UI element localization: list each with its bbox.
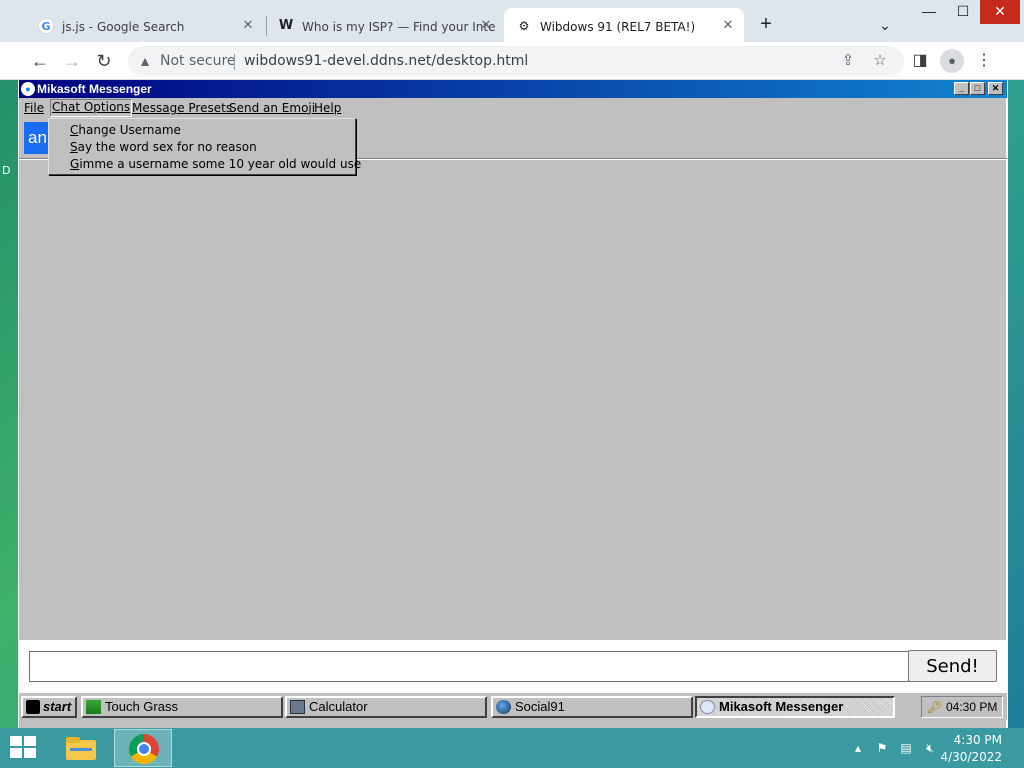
window-close-button[interactable]: ✕ (980, 0, 1020, 24)
task-label: Touch Grass (105, 699, 178, 714)
windows-taskbar: ▴ ⚑ ▤ 🔇︎ 4:30 PM 4/30/2022 (0, 728, 1024, 768)
menu-item-label: imme a username some 10 year old would u… (79, 157, 362, 171)
menu-help[interactable]: Help (314, 100, 341, 118)
tray-clock: 04:30 PM (946, 700, 998, 714)
back-arrow-icon[interactable]: ← (28, 49, 52, 73)
menu-item-label: hange Username (78, 123, 181, 137)
menu-item-label: ay the word sex for no reason (77, 140, 257, 154)
task-mikasoft-messenger[interactable]: Mikasoft Messenger (695, 696, 895, 718)
share-icon[interactable]: ⇪ (838, 51, 858, 71)
volume-muted-icon[interactable]: 🔇︎ (922, 740, 938, 756)
task-label: Mikasoft Messenger (719, 699, 844, 714)
accelerator-key: S (70, 140, 78, 154)
menu-chat-options[interactable]: Chat Options (50, 99, 133, 117)
chat-options-dropdown: Change Username Say the word sex for no … (48, 118, 361, 175)
message-input[interactable] (29, 651, 909, 682)
more-menu-icon[interactable]: ⋮ (972, 49, 996, 73)
window-maximize-button[interactable]: ☐ (946, 0, 980, 24)
google-icon: G (38, 18, 54, 34)
task-label: Calculator (309, 699, 368, 714)
close-icon[interactable]: ✕ (240, 18, 256, 34)
browser-window: G js.js - Google Search ✕ W Who is my IS… (0, 0, 1024, 728)
tab-strip: G js.js - Google Search ✕ W Who is my IS… (0, 0, 1024, 46)
omnibox-divider (234, 54, 235, 70)
reload-icon[interactable]: ↻ (92, 49, 116, 73)
not-secure-label[interactable]: Not secure (160, 53, 236, 69)
tab-title: Who is my ISP? — Find your Inte (302, 20, 496, 34)
messenger-icon (700, 700, 715, 714)
messenger-titlebar[interactable]: ● Mikasoft Messenger _ □ ✕ (19, 80, 1007, 98)
url-text[interactable]: wibdows91-devel.ddns.net/desktop.html (244, 53, 528, 69)
network-icon[interactable]: ▤ (898, 740, 914, 756)
close-icon[interactable]: ✕ (478, 18, 494, 34)
key-icon: 🔑︎ (927, 700, 943, 714)
forward-arrow-icon[interactable]: → (60, 49, 84, 73)
message-composer: Send! (19, 640, 1007, 692)
tab-google-search[interactable]: G js.js - Google Search ✕ (26, 8, 264, 46)
action-center-icon[interactable]: ⚑ (874, 740, 890, 756)
wibdows-taskbar: start Touch Grass Calculator Social91 Mi… (19, 692, 1007, 720)
warning-icon[interactable]: ▲ (136, 52, 154, 70)
tab-title: Wibdows 91 (REL7 BETA!) (540, 20, 696, 34)
tab-title: js.js - Google Search (62, 20, 185, 34)
menu-send-an-emoji[interactable]: Send an Emoji (229, 100, 315, 118)
tab-who-is-my-isp[interactable]: W Who is my ISP? — Find your Inte ✕ (266, 8, 502, 46)
messenger-icon: ● (21, 82, 35, 96)
task-social91[interactable]: Social91 (491, 696, 693, 718)
start-label: start (43, 699, 72, 714)
star-icon[interactable]: ☆ (870, 51, 890, 71)
file-explorer-icon[interactable] (62, 732, 100, 764)
browser-toolbar: ← → ↻ ▲ Not secure wibdows91-devel.ddns.… (0, 42, 1024, 80)
profile-icon[interactable]: ● (940, 49, 964, 73)
chrome-taskbar-button[interactable] (114, 729, 172, 767)
page-viewport: ● Mikasoft Messenger _ □ ✕ File Chat Opt… (18, 80, 1008, 728)
task-touch-grass[interactable]: Touch Grass (81, 696, 283, 718)
menu-item-say-the-word[interactable]: Say the word sex for no reason (70, 139, 257, 156)
new-tab-button[interactable]: + (755, 14, 777, 36)
tab-wibdows-91[interactable]: ⚙ Wibdows 91 (REL7 BETA!) ✕ (504, 8, 744, 46)
address-bar[interactable]: ▲ Not secure wibdows91-devel.ddns.net/de… (128, 46, 904, 76)
wibdows-tray: 🔑︎ 04:30 PM (921, 696, 1003, 718)
system-clock-date[interactable]: 4/30/2022 (940, 750, 1002, 764)
minimize-button[interactable]: _ (954, 82, 969, 95)
side-panel-icon[interactable]: ◨ (908, 49, 932, 73)
close-icon[interactable]: ✕ (720, 18, 736, 34)
tab-search-icon[interactable]: ⌄ (874, 14, 896, 36)
task-calculator[interactable]: Calculator (285, 696, 487, 718)
close-button[interactable]: ✕ (988, 82, 1003, 95)
maximize-button[interactable]: □ (970, 82, 985, 95)
windows-logo-icon (10, 736, 22, 746)
menu-item-gimme-username[interactable]: Gimme a username some 10 year old would … (70, 156, 361, 173)
send-button[interactable]: Send! (908, 650, 997, 682)
menu-message-presets[interactable]: Message Presets (132, 100, 232, 118)
messenger-menubar: File Chat Options Message Presets Send a… (19, 98, 1007, 118)
wibdows-logo-icon (26, 700, 40, 714)
menu-item-change-username[interactable]: Change Username (70, 122, 181, 139)
window-minimize-button[interactable]: — (912, 0, 946, 24)
grass-icon (86, 700, 101, 714)
system-clock-time[interactable]: 4:30 PM (954, 733, 1002, 747)
calculator-icon (290, 700, 305, 714)
task-label: Social91 (515, 699, 565, 714)
w-icon: W (278, 18, 294, 33)
globe-icon (496, 700, 511, 714)
windows-start-button[interactable] (10, 736, 38, 760)
chrome-icon (129, 734, 159, 764)
wibdows-icon: ⚙ (518, 19, 530, 33)
messenger-title: Mikasoft Messenger (37, 82, 152, 96)
wibdows-start-button[interactable]: start (21, 696, 77, 718)
accelerator-key: G (70, 157, 80, 171)
menu-file[interactable]: File (24, 100, 44, 118)
tray-chevron-icon[interactable]: ▴ (850, 740, 866, 756)
